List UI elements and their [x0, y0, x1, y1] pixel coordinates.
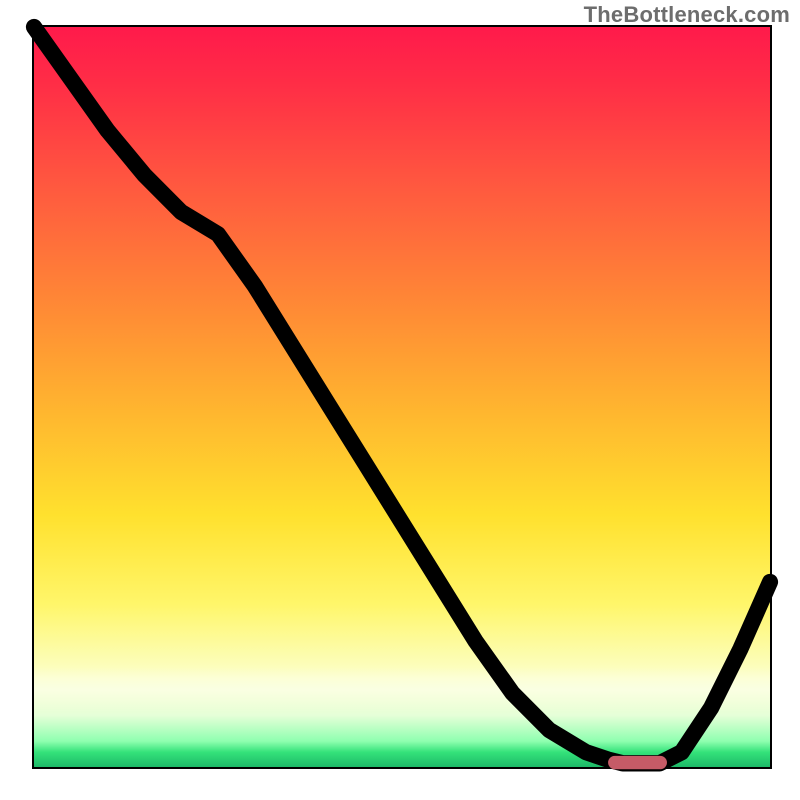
chart-container: TheBottleneck.com — [0, 0, 800, 800]
bottleneck-curve — [34, 27, 770, 763]
chart-overlay — [34, 27, 770, 767]
min-marker — [608, 756, 667, 769]
watermark-text: TheBottleneck.com — [584, 2, 790, 28]
plot-area — [34, 27, 770, 767]
